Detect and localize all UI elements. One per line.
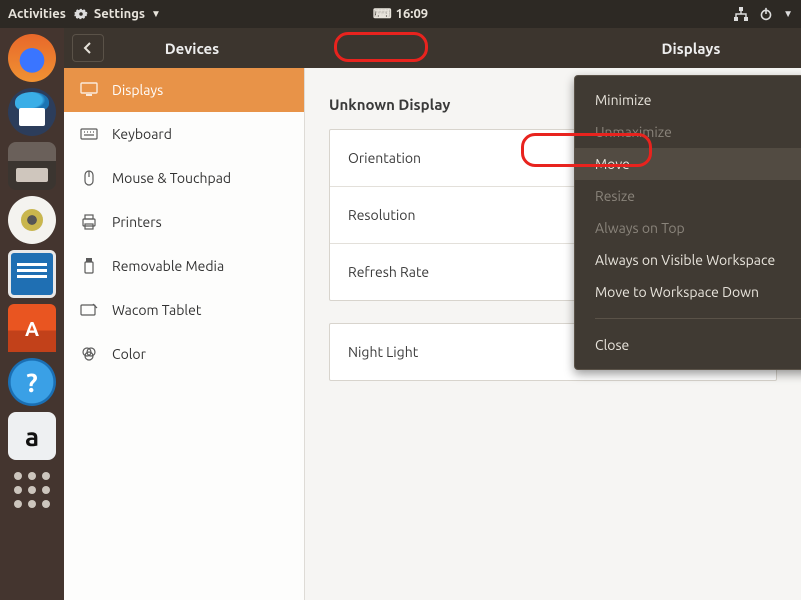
menu-resize: Resize <box>575 180 801 212</box>
settings-app-menu[interactable]: Settings ▼ <box>74 7 161 21</box>
sidebar-item-label: Removable Media <box>112 258 224 274</box>
settings-window: Devices Displays Displays Keyboard Mouse… <box>64 28 801 600</box>
row-label: Resolution <box>348 207 415 223</box>
dock-thunderbird[interactable] <box>8 88 56 136</box>
power-icon[interactable] <box>759 7 773 21</box>
tablet-icon <box>80 301 98 319</box>
sidebar-item-label: Wacom Tablet <box>112 302 201 318</box>
row-label: Night Light <box>348 344 418 360</box>
launcher-dock: ? a <box>0 28 64 600</box>
keyboard-icon <box>80 125 98 143</box>
activities-button[interactable]: Activities <box>8 7 66 21</box>
sidebar-item-label: Keyboard <box>112 126 172 142</box>
sidebar-item-printers[interactable]: Printers <box>64 200 304 244</box>
sidebar-item-label: Mouse & Touchpad <box>112 170 231 186</box>
menu-move[interactable]: Move <box>575 148 801 180</box>
back-button[interactable] <box>72 34 104 62</box>
chevron-down-icon: ▼ <box>151 8 161 20</box>
menu-visible-workspace[interactable]: Always on Visible Workspace <box>575 244 801 276</box>
header-title-displays: Displays <box>581 40 801 57</box>
dock-files[interactable] <box>8 142 56 190</box>
network-icon[interactable] <box>733 6 749 22</box>
usb-icon <box>80 257 98 275</box>
settings-headerbar: Devices Displays <box>64 28 801 68</box>
sidebar-item-mouse[interactable]: Mouse & Touchpad <box>64 156 304 200</box>
settings-menu-label: Settings <box>94 7 145 21</box>
menu-minimize[interactable]: Minimize <box>575 84 801 116</box>
apps-grid-icon <box>14 472 50 508</box>
row-label: Refresh Rate <box>348 264 429 280</box>
sidebar-item-label: Color <box>112 346 146 362</box>
sidebar-item-wacom[interactable]: Wacom Tablet <box>64 288 304 332</box>
row-label: Orientation <box>348 150 421 166</box>
sidebar-item-displays[interactable]: Displays <box>64 68 304 112</box>
chevron-down-icon[interactable]: ▼ <box>783 8 793 20</box>
keyboard-layout-icon: ⌨ <box>373 7 390 22</box>
mouse-icon <box>80 169 98 187</box>
sidebar-item-label: Displays <box>112 82 163 98</box>
sidebar-item-removable[interactable]: Removable Media <box>64 244 304 288</box>
sidebar-item-color[interactable]: Color <box>64 332 304 376</box>
dock-show-applications[interactable] <box>8 466 56 514</box>
clock-text: 16:09 <box>396 7 429 21</box>
printer-icon <box>80 213 98 231</box>
window-context-menu: Minimize Unmaximize Move Resize Always o… <box>574 75 801 370</box>
sidebar-item-keyboard[interactable]: Keyboard <box>64 112 304 156</box>
display-icon <box>80 81 98 99</box>
color-icon <box>80 345 98 363</box>
menu-close[interactable]: Close <box>575 329 801 361</box>
menu-unmaximize: Unmaximize <box>575 116 801 148</box>
dock-rhythmbox[interactable] <box>8 196 56 244</box>
menu-always-on-top: Always on Top <box>575 212 801 244</box>
top-bar: Activities Settings ▼ ⌨ 16:09 ▼ <box>0 0 801 28</box>
dock-libreoffice-writer[interactable] <box>8 250 56 298</box>
menu-separator <box>595 318 801 319</box>
gear-icon <box>74 7 88 21</box>
sidebar-item-label: Printers <box>112 214 162 230</box>
header-title-devices: Devices <box>104 40 280 57</box>
settings-sidebar: Displays Keyboard Mouse & Touchpad Print… <box>64 68 305 600</box>
dock-firefox[interactable] <box>8 34 56 82</box>
clock[interactable]: ⌨ 16:09 <box>373 7 428 22</box>
dock-amazon[interactable]: a <box>8 412 56 460</box>
menu-move-workspace-down[interactable]: Move to Workspace Down <box>575 276 801 308</box>
dock-help[interactable]: ? <box>8 358 56 406</box>
dock-software-center[interactable] <box>8 304 56 352</box>
